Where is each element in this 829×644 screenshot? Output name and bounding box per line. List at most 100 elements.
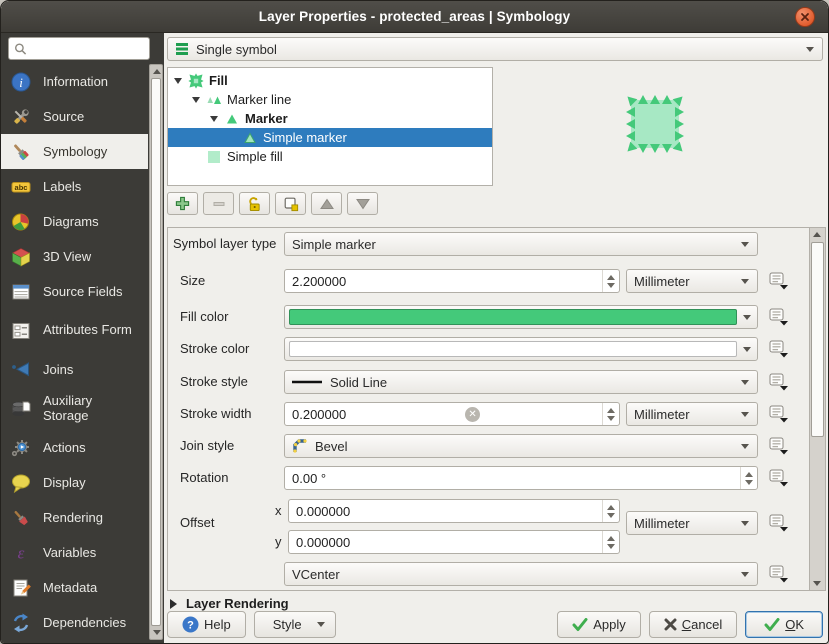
sidebar-item-label: Joins	[43, 362, 73, 377]
offset-y-input[interactable]: 0.000000	[288, 530, 620, 554]
stroke-width-override-button[interactable]	[766, 402, 792, 426]
titlebar[interactable]: Layer Properties - protected_areas | Sym…	[1, 1, 828, 33]
expander-icon[interactable]	[192, 97, 200, 103]
search-box[interactable]	[8, 37, 150, 60]
tree-item-marker[interactable]: Marker	[168, 109, 492, 128]
scroll-down-icon[interactable]	[153, 630, 161, 635]
join-style-value: Bevel	[315, 439, 348, 454]
sidebar-item-source[interactable]: Source	[1, 99, 148, 134]
stroke-color-override-button[interactable]	[766, 337, 792, 361]
ok-button[interactable]: OK	[745, 611, 823, 638]
form-scrollbar-thumb[interactable]	[811, 242, 824, 437]
sidebar-item-dependencies[interactable]: Dependencies	[1, 605, 148, 640]
actions-gear-icon	[10, 437, 32, 459]
rotation-input[interactable]: 0.00 °	[284, 466, 758, 490]
chevron-down-icon	[741, 279, 749, 284]
window-title: Layer Properties - protected_areas | Sym…	[259, 9, 571, 24]
tree-item-marker-line[interactable]: Marker line	[168, 90, 492, 109]
move-up-button[interactable]	[311, 192, 342, 215]
sidebar-item-source-fields[interactable]: Source Fields	[1, 274, 148, 309]
sidebar-item-metadata[interactable]: Metadata	[1, 570, 148, 605]
close-button[interactable]	[795, 7, 815, 27]
sidebar-scrollbar[interactable]	[149, 64, 163, 640]
offset-x-input[interactable]: 0.000000	[288, 499, 620, 523]
scroll-up-icon[interactable]	[813, 232, 821, 237]
search-input[interactable]	[27, 41, 144, 57]
scroll-down-icon[interactable]	[813, 581, 821, 586]
stroke-color-button[interactable]	[284, 337, 758, 361]
style-button[interactable]: Style	[254, 611, 336, 638]
sidebar-scrollbar-thumb[interactable]	[151, 78, 161, 626]
expander-icon[interactable]	[174, 78, 182, 84]
apply-button[interactable]: Apply	[557, 611, 641, 638]
add-symbol-layer-button[interactable]	[167, 192, 198, 215]
form-scrollbar[interactable]	[809, 228, 825, 590]
scroll-up-icon[interactable]	[153, 69, 161, 74]
duplicate-icon	[283, 196, 299, 212]
anchor-override-button[interactable]	[766, 562, 792, 586]
simple-fill-icon	[206, 149, 222, 165]
size-unit-select[interactable]: Millimeter	[626, 269, 758, 293]
sidebar-item-variables[interactable]: ε Variables	[1, 535, 148, 570]
cancel-button[interactable]: Cancel	[649, 611, 737, 638]
chevron-down-icon	[741, 444, 749, 449]
vertical-anchor-select[interactable]: VCenter	[284, 562, 758, 586]
layer-rendering-expander[interactable]: Layer Rendering	[170, 596, 289, 611]
auxiliary-storage-icon	[10, 398, 32, 420]
help-icon: ?	[182, 616, 199, 633]
spinner-arrows[interactable]	[602, 403, 619, 425]
duplicate-symbol-layer-button[interactable]	[275, 192, 306, 215]
symbol-layer-type-select[interactable]: Simple marker	[284, 232, 758, 256]
join-style-override-button[interactable]	[766, 434, 792, 458]
fill-color-override-button[interactable]	[766, 305, 792, 329]
sidebar-item-labels[interactable]: abc Labels	[1, 169, 148, 204]
sidebar-item-label: Actions	[43, 440, 86, 455]
sidebar-item-display[interactable]: Display	[1, 465, 148, 500]
symbol-layer-form: Symbol layer type Simple marker Size 2.2…	[167, 227, 826, 591]
symbology-panel: Single symbol	[164, 33, 828, 643]
renderer-select[interactable]: Single symbol	[167, 37, 823, 61]
spinner-arrows[interactable]	[602, 531, 619, 553]
stroke-width-unit-value: Millimeter	[634, 407, 690, 422]
sidebar-item-rendering[interactable]: Rendering	[1, 500, 148, 535]
size-input[interactable]: 2.200000	[284, 269, 620, 293]
lock-color-button[interactable]	[239, 192, 270, 215]
tree-item-simple-fill[interactable]: Simple fill	[168, 147, 492, 166]
stroke-style-override-button[interactable]	[766, 370, 792, 394]
sidebar-item-symbology[interactable]: Symbology	[1, 134, 148, 169]
stroke-width-input[interactable]: 0.200000 ✕	[284, 402, 620, 426]
stroke-width-unit-select[interactable]: Millimeter	[626, 402, 758, 426]
sidebar-item-3d-view[interactable]: 3D View	[1, 239, 148, 274]
sidebar-item-diagrams[interactable]: Diagrams	[1, 204, 148, 239]
stroke-style-select[interactable]: Solid Line	[284, 370, 758, 394]
sidebar-item-attributes-form[interactable]: Attributes Form	[1, 309, 148, 352]
chevron-down-icon	[741, 412, 749, 417]
help-button[interactable]: ? Help	[167, 611, 246, 638]
sidebar-item-actions[interactable]: Actions	[1, 430, 148, 465]
data-defined-override-icon	[769, 437, 789, 455]
spinner-arrows[interactable]	[602, 500, 619, 522]
offset-override-button[interactable]	[766, 511, 792, 535]
close-icon	[800, 12, 810, 22]
fill-color-swatch	[289, 309, 737, 325]
sidebar-item-information[interactable]: i Information	[1, 64, 148, 99]
tree-item-label: Simple marker	[263, 130, 347, 145]
expander-icon[interactable]	[210, 116, 218, 122]
spinner-arrows[interactable]	[602, 270, 619, 292]
clear-value-icon[interactable]: ✕	[465, 407, 480, 422]
join-style-label: Join style	[180, 434, 234, 458]
tree-item-simple-marker[interactable]: Simple marker	[168, 128, 492, 147]
sidebar-item-joins[interactable]: Joins	[1, 352, 148, 387]
move-down-button[interactable]	[347, 192, 378, 215]
spinner-arrows[interactable]	[740, 467, 757, 489]
join-style-select[interactable]: Bevel	[284, 434, 758, 458]
display-bubble-icon	[10, 472, 32, 494]
fill-color-button[interactable]	[284, 305, 758, 329]
rotation-override-button[interactable]	[766, 466, 792, 490]
offset-unit-select[interactable]: Millimeter	[626, 511, 758, 535]
remove-symbol-layer-button[interactable]	[203, 192, 234, 215]
size-override-button[interactable]	[766, 269, 792, 293]
tree-item-fill[interactable]: Fill	[168, 71, 492, 90]
sidebar-item-auxiliary-storage[interactable]: Auxiliary Storage	[1, 387, 148, 430]
data-defined-override-icon	[769, 565, 789, 583]
